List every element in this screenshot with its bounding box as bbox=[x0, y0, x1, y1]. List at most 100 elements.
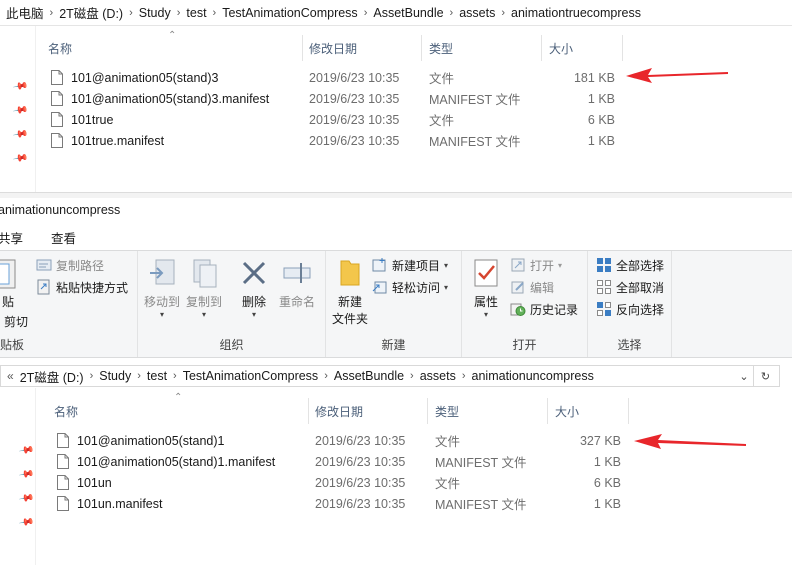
top-crumb-drive[interactable]: 2T磁盘 (D:) bbox=[59, 3, 123, 22]
cut-button[interactable]: 剪切 bbox=[4, 311, 28, 331]
file-name: 101@animation05(stand)3 bbox=[71, 70, 219, 85]
column-divider[interactable] bbox=[308, 398, 309, 424]
column-divider[interactable] bbox=[427, 398, 428, 424]
refresh-icon[interactable]: ↻ bbox=[753, 366, 777, 386]
col-header-size[interactable]: 大小 bbox=[549, 35, 573, 61]
file-size: 6 KB bbox=[593, 475, 621, 490]
rename-button[interactable]: 重命名 bbox=[276, 257, 318, 310]
bottom-crumb-current[interactable]: animationuncompress bbox=[472, 369, 594, 383]
top-crumb-assets[interactable]: assets bbox=[459, 6, 495, 20]
file-row[interactable]: 101un.manifest 2019/6/23 10:35 MANIFEST … bbox=[54, 493, 634, 514]
overflow-chevron-icon[interactable]: « bbox=[7, 369, 14, 383]
crumb-label: Study bbox=[138, 5, 171, 20]
sort-caret-icon: ⌃ bbox=[174, 392, 183, 403]
chevron-right-icon[interactable]: › bbox=[462, 370, 466, 382]
top-crumb-assetbundle[interactable]: AssetBundle bbox=[373, 6, 443, 20]
chevron-right-icon[interactable]: › bbox=[137, 370, 141, 382]
tab-view[interactable]: 查看 bbox=[51, 228, 76, 247]
col-header-type[interactable]: 类型 bbox=[435, 398, 459, 424]
chevron-right-icon[interactable]: › bbox=[450, 7, 454, 19]
chevron-right-icon[interactable]: › bbox=[50, 7, 54, 19]
edit-button[interactable]: 编辑 bbox=[510, 277, 554, 297]
col-header-size[interactable]: 大小 bbox=[555, 398, 579, 424]
col-header-name[interactable]: 名称 bbox=[48, 35, 72, 61]
file-name: 101true bbox=[71, 112, 114, 127]
copy-path-button[interactable]: 复制路径 bbox=[36, 255, 104, 275]
bottom-crumb-test[interactable]: test bbox=[147, 369, 167, 383]
chevron-right-icon[interactable]: › bbox=[129, 7, 133, 19]
bottom-crumb-assetbundle[interactable]: AssetBundle bbox=[334, 369, 404, 383]
top-crumb-project[interactable]: TestAnimationCompress bbox=[222, 6, 357, 20]
column-divider[interactable] bbox=[547, 398, 548, 424]
file-name-cell: 101un bbox=[57, 472, 112, 493]
tab-share[interactable]: 共享 bbox=[0, 228, 23, 247]
bottom-crumb-study[interactable]: Study bbox=[99, 369, 131, 383]
bottom-crumb-project[interactable]: TestAnimationCompress bbox=[183, 369, 318, 383]
file-name-cell: 101@animation05(stand)1.manifest bbox=[57, 451, 275, 472]
col-header-name[interactable]: 名称 bbox=[54, 398, 78, 424]
top-address-bar[interactable]: 此电脑 › 2T磁盘 (D:) › Study › test › TestAni… bbox=[0, 0, 792, 26]
paste-button[interactable]: 贴 bbox=[0, 257, 22, 310]
open-button[interactable]: 打开 ▾ bbox=[510, 255, 562, 275]
column-divider[interactable] bbox=[541, 35, 542, 61]
col-header-date[interactable]: 修改日期 bbox=[315, 398, 363, 424]
col-header-label: 名称 bbox=[48, 41, 73, 56]
file-row[interactable]: 101@animation05(stand)3 2019/6/23 10:35 … bbox=[48, 67, 628, 88]
easy-access-button[interactable]: 轻松访问 ▾ bbox=[372, 277, 448, 297]
column-divider[interactable] bbox=[421, 35, 422, 61]
bottom-address-bar[interactable]: « 2T磁盘 (D:) › Study › test › TestAnimati… bbox=[0, 365, 780, 387]
move-to-button[interactable]: 移动到 ▾ bbox=[142, 257, 182, 319]
properties-button[interactable]: 属性 ▾ bbox=[468, 257, 504, 319]
file-type: 文件 bbox=[429, 114, 455, 128]
top-crumb-current[interactable]: animationtruecompress bbox=[511, 6, 641, 20]
top-crumb-study[interactable]: Study bbox=[139, 6, 171, 20]
file-row[interactable]: 101@animation05(stand)3.manifest 2019/6/… bbox=[48, 88, 628, 109]
top-crumb-test[interactable]: test bbox=[186, 6, 206, 20]
paste-shortcut-button[interactable]: 粘贴快捷方式 bbox=[36, 277, 128, 297]
bottom-crumb-drive[interactable]: 2T磁盘 (D:) bbox=[20, 367, 84, 386]
bottom-crumb-assets[interactable]: assets bbox=[420, 369, 456, 383]
file-row[interactable]: 101@animation05(stand)1 2019/6/23 10:35 … bbox=[54, 430, 634, 451]
chevron-down-icon: ▾ bbox=[444, 282, 449, 292]
chevron-right-icon[interactable]: › bbox=[173, 370, 177, 382]
chevron-right-icon[interactable]: › bbox=[177, 7, 181, 19]
file-type: MANIFEST 文件 bbox=[429, 135, 521, 149]
crumb-label: assets bbox=[419, 369, 456, 383]
chevron-right-icon[interactable]: › bbox=[410, 370, 414, 382]
column-divider[interactable] bbox=[628, 398, 629, 424]
column-divider[interactable] bbox=[622, 35, 623, 61]
file-row[interactable]: 101un 2019/6/23 10:35 文件 6 KB bbox=[54, 472, 634, 493]
history-button[interactable]: 历史记录 bbox=[510, 299, 578, 319]
chevron-right-icon[interactable]: › bbox=[213, 7, 217, 19]
file-row[interactable]: 101true.manifest 2019/6/23 10:35 MANIFES… bbox=[48, 130, 628, 151]
chevron-right-icon[interactable]: › bbox=[501, 7, 505, 19]
select-all-button[interactable]: 全部选择 bbox=[596, 255, 664, 275]
select-none-button[interactable]: 全部取消 bbox=[596, 277, 664, 297]
new-item-button[interactable]: 新建项目 ▾ bbox=[372, 255, 448, 275]
cut-label: 剪切 bbox=[4, 314, 29, 329]
chevron-right-icon[interactable]: › bbox=[324, 370, 328, 382]
new-folder-button[interactable]: 新建 文件夹 bbox=[328, 257, 372, 327]
annotation-arrow-icon bbox=[634, 434, 746, 449]
file-name-cell: 101true.manifest bbox=[51, 130, 164, 151]
file-name-cell: 101@animation05(stand)3 bbox=[51, 67, 219, 88]
invert-selection-button[interactable]: 反向选择 bbox=[596, 299, 664, 319]
top-crumb-root[interactable]: 此电脑 bbox=[6, 3, 44, 22]
col-header-date[interactable]: 修改日期 bbox=[309, 35, 357, 61]
copy-to-button[interactable]: 复制到 ▾ bbox=[184, 257, 224, 319]
ribbon-menu-tabs: 共享 查看 bbox=[0, 226, 76, 248]
invert-selection-icon bbox=[597, 302, 611, 316]
file-date: 2019/6/23 10:35 bbox=[309, 91, 400, 106]
chevron-right-icon[interactable]: › bbox=[364, 7, 368, 19]
file-row[interactable]: 101true 2019/6/23 10:35 文件 6 KB bbox=[48, 109, 628, 130]
address-dropdown-chevron-icon[interactable]: ⌄ bbox=[735, 366, 753, 386]
column-divider[interactable] bbox=[302, 35, 303, 61]
select-all-label: 全部选择 bbox=[616, 258, 665, 273]
crumb-label: test bbox=[146, 369, 168, 383]
file-row[interactable]: 101@animation05(stand)1.manifest 2019/6/… bbox=[54, 451, 634, 472]
delete-button[interactable]: 删除 ▾ bbox=[236, 257, 272, 319]
col-header-type[interactable]: 类型 bbox=[429, 35, 453, 61]
copy-path-icon bbox=[36, 259, 52, 271]
chevron-right-icon[interactable]: › bbox=[90, 370, 94, 382]
crumb-label: AssetBundle bbox=[333, 369, 405, 383]
